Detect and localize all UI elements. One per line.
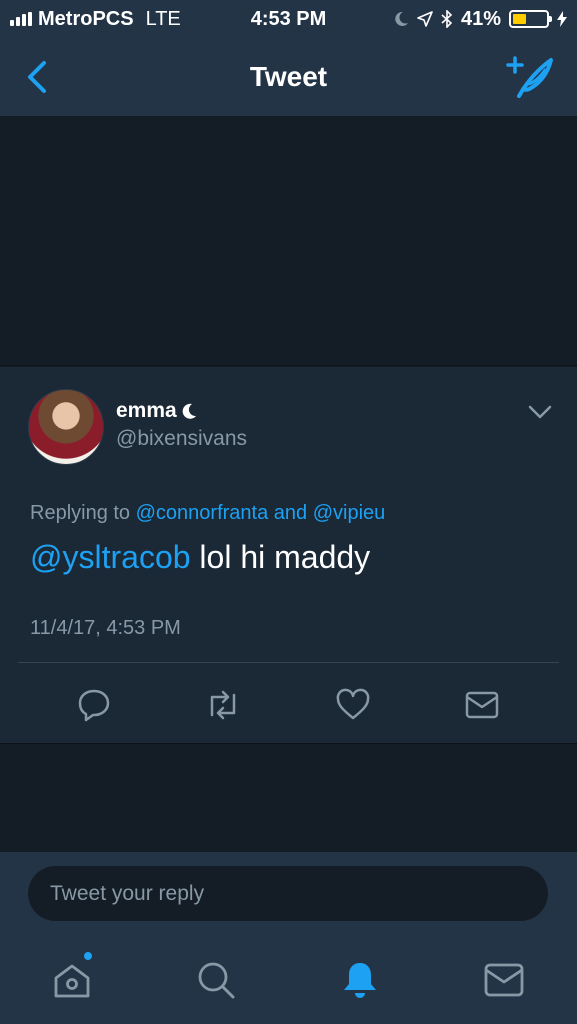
signal-icon — [10, 12, 32, 26]
status-bar: MetroPCS LTE 4:53 PM 41% — [0, 0, 577, 38]
status-left: MetroPCS LTE — [10, 8, 181, 31]
tab-notifications[interactable] — [336, 956, 384, 1004]
avatar[interactable] — [28, 389, 104, 465]
display-name[interactable]: emma — [116, 399, 177, 423]
tweet-body: lol hi maddy — [199, 539, 371, 575]
reply-icon — [78, 689, 110, 722]
direct-message-button[interactable] — [462, 685, 502, 725]
replying-to: Replying to @connorfranta and @vipieu — [30, 502, 385, 525]
tweet-options-button[interactable] — [527, 403, 553, 421]
replying-label: Replying to — [30, 502, 131, 524]
home-icon — [54, 964, 90, 998]
search-icon — [198, 962, 235, 999]
battery-icon — [509, 10, 552, 28]
compose-tweet-icon — [506, 56, 553, 98]
tab-home[interactable] — [48, 950, 96, 1004]
location-icon — [417, 11, 433, 27]
back-button[interactable] — [22, 58, 52, 96]
reply-placeholder: Tweet your reply — [50, 881, 205, 905]
compose-tweet-button[interactable] — [505, 54, 555, 100]
network-type: LTE — [145, 7, 181, 30]
battery-fill — [513, 14, 527, 24]
moon-icon — [395, 11, 408, 26]
bell-icon — [344, 963, 376, 998]
reply-button[interactable] — [74, 685, 114, 725]
moon-icon — [182, 403, 196, 419]
tweet-timestamp: 11/4/17, 4:53 PM — [30, 617, 181, 639]
heart-icon — [336, 688, 370, 720]
retweet-button[interactable] — [203, 685, 243, 725]
carrier-name: MetroPCS — [38, 7, 134, 30]
user-handle[interactable]: @bixensivans — [116, 427, 247, 451]
bluetooth-icon — [441, 10, 453, 28]
nav-bar: Tweet — [0, 38, 577, 116]
tab-search[interactable] — [192, 956, 240, 1004]
tweet-actions — [0, 685, 577, 725]
tab-messages[interactable] — [480, 956, 528, 1004]
chevron-down-icon — [528, 405, 552, 419]
conversation-area — [0, 116, 577, 366]
tab-bar — [0, 936, 577, 1024]
reply-user-link[interactable]: @connorfranta — [136, 502, 269, 524]
display-name-row[interactable]: emma — [116, 399, 197, 423]
chevron-left-icon — [28, 61, 46, 93]
divider — [18, 662, 559, 663]
reply-user-link[interactable]: @vipieu — [313, 502, 386, 524]
mention-link[interactable]: @ysltracob — [30, 539, 191, 575]
envelope-icon — [465, 691, 499, 719]
reply-bar: Tweet your reply — [0, 852, 577, 936]
new-content-dot — [82, 950, 94, 962]
battery-percent: 41% — [460, 7, 501, 30]
status-right: 41% — [393, 8, 567, 31]
charging-icon — [557, 11, 567, 27]
envelope-icon — [484, 963, 524, 997]
reply-and-label: and — [273, 502, 308, 524]
tweet-card: emma @bixensivans Replying to @connorfra… — [0, 367, 577, 744]
like-button[interactable] — [333, 685, 373, 725]
retweet-icon — [210, 690, 236, 720]
tweet-text: @ysltracob lol hi maddy — [30, 539, 370, 576]
page-title: Tweet — [249, 61, 328, 92]
reply-input[interactable]: Tweet your reply — [28, 866, 548, 921]
